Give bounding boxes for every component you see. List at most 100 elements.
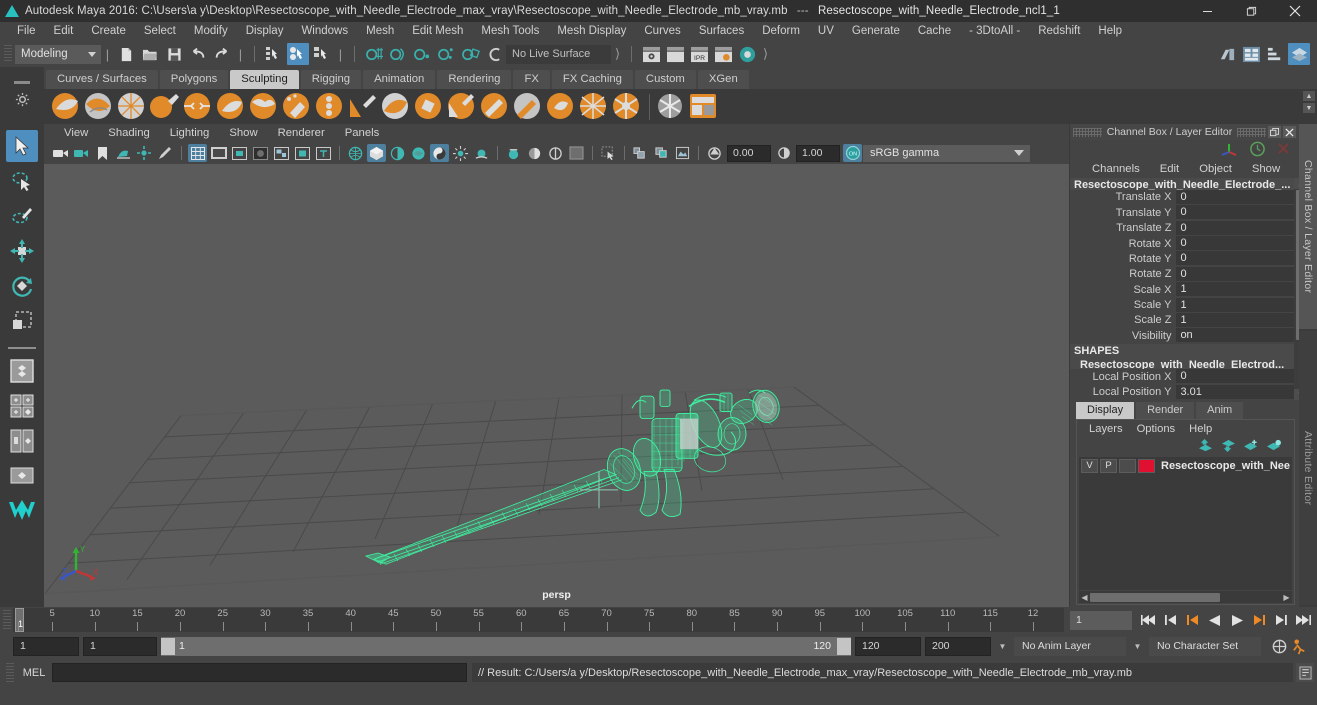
snap-to-projected-center-icon[interactable] <box>435 43 457 65</box>
shelf-tab-rendering[interactable]: Rendering <box>437 70 512 89</box>
menu-mesh-tools[interactable]: Mesh Tools <box>472 22 548 41</box>
menu-curves[interactable]: Curves <box>635 22 689 41</box>
color-management-toggle[interactable]: ON <box>843 144 862 162</box>
live-surface-field[interactable]: No Live Surface <box>506 44 611 64</box>
shaded-wireframe-icon[interactable] <box>388 144 407 162</box>
xray-toggle-icon[interactable] <box>567 144 586 162</box>
menu-set-dropdown[interactable]: Modeling <box>15 44 101 64</box>
text-icon[interactable] <box>314 144 333 162</box>
go-to-start-icon[interactable] <box>1140 612 1157 629</box>
menu-edit[interactable]: Edit <box>45 22 83 41</box>
time-slider-playhead[interactable]: 1 <box>15 608 24 632</box>
film-gate-icon[interactable] <box>209 144 228 162</box>
step-back-keyframe-icon[interactable] <box>1162 612 1179 629</box>
toolbar-grip[interactable] <box>4 45 12 63</box>
side-tab-attribute-editor[interactable]: Attribute Editor <box>1299 331 1317 605</box>
current-frame-field[interactable]: 1 <box>1070 610 1132 630</box>
gamma-field[interactable]: 1.00 <box>796 144 840 162</box>
auto-keyframe-icon[interactable] <box>1271 638 1288 655</box>
select-tool[interactable] <box>6 130 38 162</box>
shelf-imprint-tool[interactable] <box>347 91 378 122</box>
shelf-fill-tool[interactable] <box>446 91 477 122</box>
shelf-foamy-tool[interactable] <box>248 91 279 122</box>
channelbox-menu-channels[interactable]: Channels <box>1082 163 1150 175</box>
motion-blur-icon[interactable] <box>504 144 523 162</box>
range-slider-bar[interactable]: 1 120 <box>161 636 851 656</box>
viewport-menu-show[interactable]: Show <box>219 127 267 139</box>
layer-playback-toggle[interactable]: P <box>1100 458 1117 473</box>
image-plane-icon[interactable] <box>114 144 133 162</box>
wireframe-icon[interactable] <box>346 144 365 162</box>
snap-to-curve-icon[interactable] <box>387 43 409 65</box>
layer-tab-anim[interactable]: Anim <box>1196 402 1244 419</box>
new-layer-icon[interactable] <box>1243 439 1259 455</box>
undo-icon[interactable] <box>187 43 209 65</box>
command-input[interactable] <box>52 663 467 682</box>
shelf-convert-tool[interactable] <box>655 91 686 122</box>
select-by-object-icon[interactable] <box>287 43 309 65</box>
menu-edit-mesh[interactable]: Edit Mesh <box>403 22 472 41</box>
render-sequence-icon[interactable] <box>664 43 686 65</box>
channel-row[interactable]: Visibility on <box>1070 328 1295 344</box>
show-hide-ui-icon[interactable] <box>1216 43 1238 65</box>
rotate-tool[interactable] <box>6 270 38 302</box>
command-line-grip[interactable] <box>6 662 14 683</box>
menu-3dtoall[interactable]: - 3DtoAll - <box>960 22 1029 41</box>
grid-toggle-icon[interactable] <box>546 144 565 162</box>
select-by-hierarchy-icon[interactable] <box>263 43 285 65</box>
side-tab-channel-box-layer-editor[interactable]: Channel Box / Layer Editor <box>1299 124 1317 329</box>
viewport-menu-panels[interactable]: Panels <box>335 127 390 139</box>
anim-layer-dropdown[interactable]: No Anim Layer <box>1014 636 1126 656</box>
perspective-viewport[interactable]: persp Y X Z <box>44 164 1069 607</box>
channel-row[interactable]: Scale Z 1 <box>1070 312 1295 328</box>
channel-box-layer-icon[interactable] <box>1288 43 1310 65</box>
shelf-tab-custom[interactable]: Custom <box>634 70 696 89</box>
menu-help[interactable]: Help <box>1089 22 1131 41</box>
playback-state-icon[interactable] <box>1249 141 1266 160</box>
resolution-gate-icon[interactable] <box>230 144 249 162</box>
close-panel-icon[interactable] <box>1283 126 1296 138</box>
scale-tool[interactable] <box>6 305 38 337</box>
shelf-wax-tool[interactable] <box>380 91 411 122</box>
textured-icon[interactable] <box>409 144 428 162</box>
shelf-tab-sculpting[interactable]: Sculpting <box>230 70 299 89</box>
shelf-tab-curves-surfaces[interactable]: Curves / Surfaces <box>46 70 158 89</box>
channel-row[interactable]: Rotate X 0 <box>1070 236 1295 252</box>
menu-modify[interactable]: Modify <box>185 22 237 41</box>
shelf-grab-tool[interactable] <box>149 91 180 122</box>
snap-to-point-icon[interactable] <box>411 43 433 65</box>
close-button[interactable] <box>1273 0 1317 22</box>
gear-icon[interactable] <box>15 92 30 107</box>
channel-row[interactable]: Translate Y 0 <box>1070 205 1295 221</box>
layer-row[interactable]: V P Resectoscope_with_Nee <box>1079 457 1292 474</box>
select-by-component-icon[interactable] <box>311 43 333 65</box>
layer-tab-render[interactable]: Render <box>1136 402 1195 419</box>
menu-windows[interactable]: Windows <box>292 22 357 41</box>
minimize-button[interactable] <box>1185 0 1229 22</box>
channel-row[interactable]: Translate Z 0 <box>1070 220 1295 236</box>
menu-redshift[interactable]: Redshift <box>1029 22 1089 41</box>
shelf-flatten-tool[interactable] <box>215 91 246 122</box>
shelf-bulge-tool[interactable] <box>545 91 576 122</box>
chevron-down-icon[interactable] <box>1008 144 1030 162</box>
shelf-sculpt-tool[interactable] <box>50 91 81 122</box>
persp-outliner-layout[interactable] <box>6 390 38 422</box>
layer-name[interactable]: Resectoscope_with_Nee <box>1161 460 1290 472</box>
shelf-tab-animation[interactable]: Animation <box>363 70 436 89</box>
shelf-freeze-tool[interactable] <box>611 91 642 122</box>
snap-to-grid-icon[interactable] <box>363 43 385 65</box>
layer-list-hscrollbar[interactable]: ◀ ▶ <box>1079 591 1292 603</box>
range-start-field[interactable]: 1 <box>83 636 157 656</box>
channel-value[interactable]: 0 <box>1176 251 1295 267</box>
render-settings-icon[interactable] <box>712 43 734 65</box>
menu-mesh[interactable]: Mesh <box>357 22 403 41</box>
step-forward-frame-icon[interactable] <box>1250 612 1267 629</box>
viewport-menu-view[interactable]: View <box>54 127 98 139</box>
menu-uv[interactable]: UV <box>809 22 843 41</box>
menu-cache[interactable]: Cache <box>909 22 960 41</box>
scroll-left-icon[interactable]: ◀ <box>1079 593 1090 602</box>
scroll-right-icon[interactable]: ▶ <box>1281 593 1292 602</box>
shelf-scrape-tool[interactable] <box>413 91 444 122</box>
shelf-amplify-tool[interactable] <box>578 91 609 122</box>
gate-mask-icon[interactable] <box>251 144 270 162</box>
